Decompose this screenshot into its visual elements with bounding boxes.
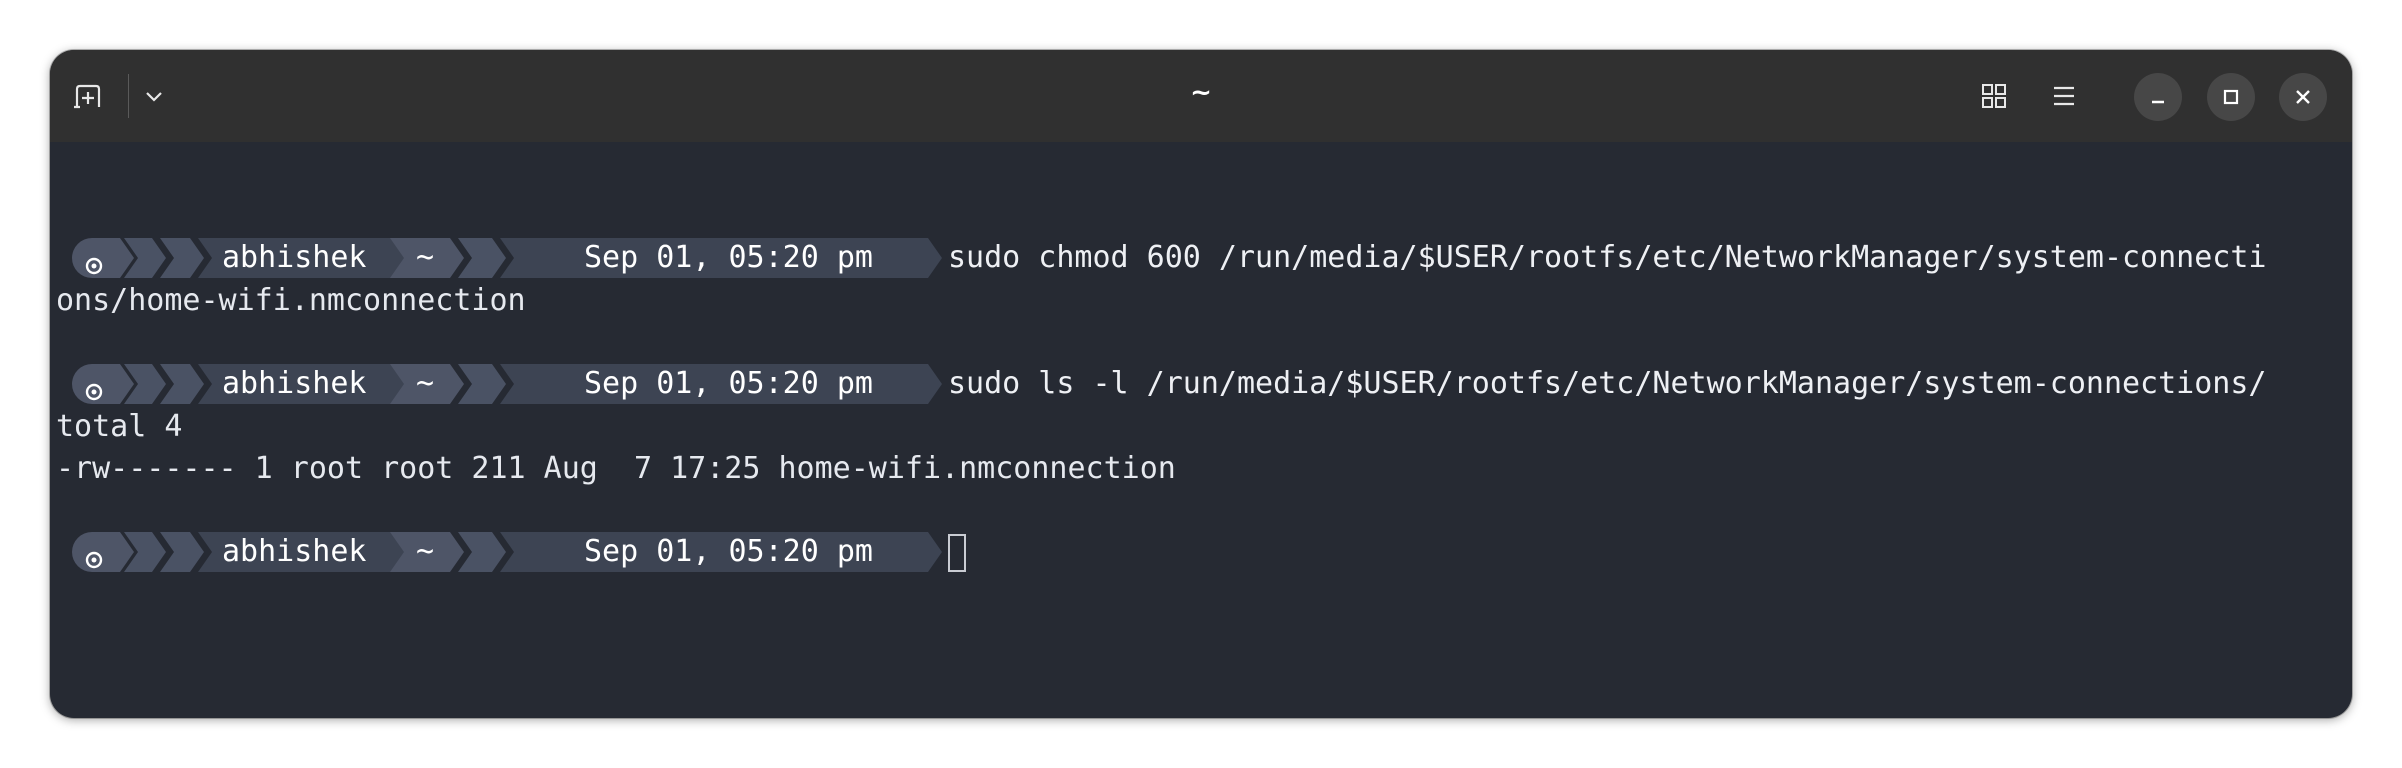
shell-prompt: abhishek ~ Sep 01, 05:20 pm <box>72 364 972 404</box>
command-line: sudo chmod 600 /run/media/$USER/rootfs/e… <box>948 240 2267 275</box>
output-line: -rw------- 1 root root 211 Aug 7 17:25 h… <box>56 451 1176 486</box>
output-line: total 4 <box>56 409 183 444</box>
close-button[interactable] <box>2279 73 2327 121</box>
prompt-time: Sep 01, 05:20 pm <box>584 366 873 401</box>
prompt-time: Sep 01, 05:20 pm <box>584 534 873 569</box>
command-line: sudo ls -l /run/media/$USER/rootfs/etc/N… <box>948 366 2267 401</box>
command-line-wrap: ons/home-wifi.nmconnection <box>56 283 526 318</box>
shell-prompt: abhishek ~ Sep 01, 05:20 pm <box>72 238 972 278</box>
main-menu-button[interactable] <box>2040 72 2088 120</box>
prompt-user: abhishek <box>222 534 367 569</box>
os-logo-icon <box>85 551 103 569</box>
prompt-user: abhishek <box>222 366 367 401</box>
overview-button[interactable] <box>1970 72 2018 120</box>
prompt-dir: ~ <box>416 240 435 275</box>
prompt-dir: ~ <box>416 534 435 569</box>
minimize-button[interactable] <box>2134 73 2182 121</box>
minimize-icon <box>2152 100 2164 104</box>
titlebar: ~ <box>50 50 2352 142</box>
prompt-dir: ~ <box>416 366 435 401</box>
shell-prompt: abhishek ~ Sep 01, 05:20 pm <box>72 532 972 572</box>
close-icon <box>2296 90 2310 104</box>
terminal-output[interactable]: abhishek ~ Sep 01, 05:20 pm sudo chmod 6… <box>50 142 2352 718</box>
maximize-button[interactable] <box>2207 73 2255 121</box>
maximize-icon <box>2223 89 2239 105</box>
grid-icon <box>1982 84 2006 108</box>
hamburger-menu-icon <box>2054 86 2074 106</box>
terminal-window: ~ abhishek ~ Sep 01, 05:20 pm sudo chmod… <box>50 50 2352 718</box>
text-cursor <box>948 534 966 572</box>
prompt-user: abhishek <box>222 240 367 275</box>
prompt-time: Sep 01, 05:20 pm <box>584 240 873 275</box>
